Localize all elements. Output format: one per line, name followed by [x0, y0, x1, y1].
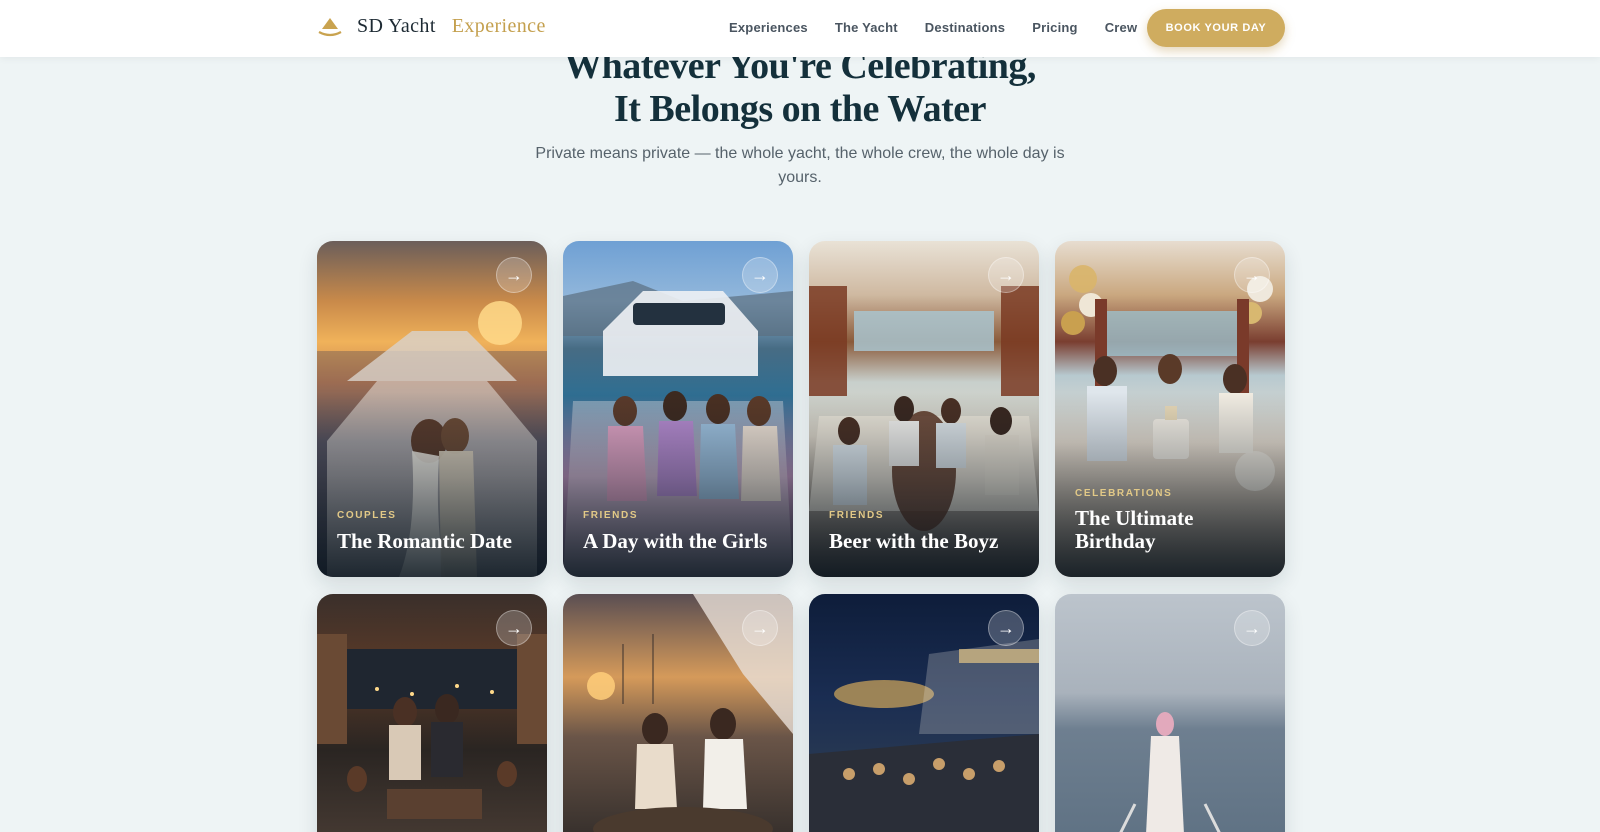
nav-experiences[interactable]: Experiences: [729, 20, 808, 35]
book-your-day-button[interactable]: BOOK YOUR DAY: [1147, 9, 1285, 47]
arrow-right-icon[interactable]: →: [1234, 257, 1270, 293]
brand-tagline: Experience: [451, 15, 546, 37]
card-category: FRIENDS: [583, 510, 639, 521]
experience-card-ultimate-birthday[interactable]: → CELEBRATIONS The Ultimate Birthday: [1055, 241, 1285, 577]
card-title: The Romantic Date: [337, 529, 512, 553]
nav-pricing[interactable]: Pricing: [1032, 20, 1077, 35]
card-title: Beer with the Boyz: [829, 529, 999, 553]
main-nav: Experiences The Yacht Destinations Prici…: [729, 20, 1137, 35]
brand-logo[interactable]: SD Yacht Experience: [317, 15, 546, 38]
section-headline-line-2: It Belongs on the Water: [613, 88, 987, 130]
arrow-right-icon[interactable]: →: [496, 257, 532, 293]
card-category: COUPLES: [337, 510, 397, 521]
arrow-right-icon[interactable]: →: [742, 610, 778, 646]
experience-card-romantic-date[interactable]: → COUPLES The Romantic Date: [317, 241, 547, 577]
section-subtitle: Private means private — the whole yacht,…: [535, 145, 1065, 186]
sail-logo-icon: [318, 17, 342, 36]
experience-card-day-with-the-girls[interactable]: → FRIENDS A Day with the Girls: [563, 241, 793, 577]
arrow-right-icon[interactable]: →: [496, 610, 532, 646]
experience-card-open-sea[interactable]: →: [1055, 594, 1285, 832]
arrow-right-icon[interactable]: →: [988, 257, 1024, 293]
nav-destinations[interactable]: Destinations: [925, 20, 1005, 35]
brand-name: SD Yacht: [357, 15, 436, 37]
card-title: A Day with the Girls: [583, 529, 768, 553]
nav-the-yacht[interactable]: The Yacht: [835, 20, 898, 35]
arrow-right-icon[interactable]: →: [1234, 610, 1270, 646]
arrow-right-icon[interactable]: →: [742, 257, 778, 293]
experience-card-night-party[interactable]: →: [809, 594, 1039, 832]
card-title: The Ultimate Birthday: [1075, 506, 1194, 553]
card-category: CELEBRATIONS: [1075, 488, 1173, 499]
nav-crew[interactable]: Crew: [1105, 20, 1138, 35]
arrow-right-icon[interactable]: →: [988, 610, 1024, 646]
site-header: SD Yacht Experience Experiences The Yach…: [0, 0, 1600, 57]
experience-card-sunset-dinner[interactable]: →: [563, 594, 793, 832]
card-category: FRIENDS: [829, 510, 885, 521]
experience-card-beer-with-the-boyz[interactable]: → FRIENDS Beer with the Boyz: [809, 241, 1039, 577]
experience-card-family-night[interactable]: →: [317, 594, 547, 832]
